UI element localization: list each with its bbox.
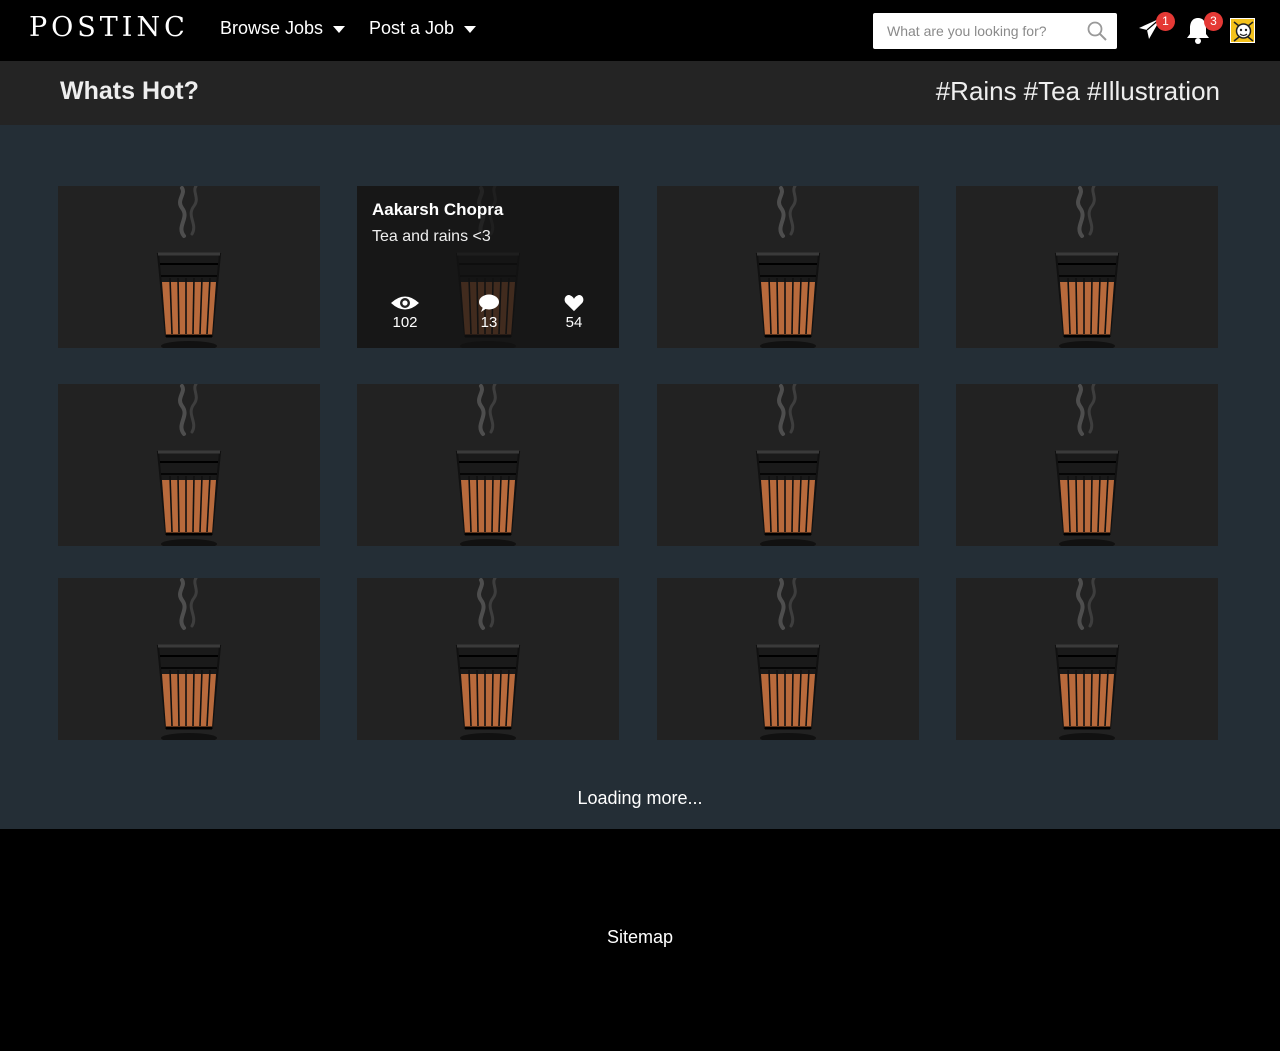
gallery-card[interactable] <box>58 186 320 348</box>
tea-glass-illustration <box>657 186 919 348</box>
top-nav: POSTINC Browse Jobs Post a Job 1 3 <box>0 0 1280 61</box>
tea-glass-illustration <box>58 186 320 348</box>
messages-badge: 1 <box>1156 12 1175 31</box>
gallery-card[interactable] <box>956 578 1218 740</box>
page-title: Whats Hot? <box>60 77 199 105</box>
comments-count: 13 <box>480 314 498 331</box>
chevron-down-icon <box>464 26 477 33</box>
brand-logo[interactable]: POSTINC <box>29 12 189 43</box>
whats-hot-bar: Whats Hot? #Rains #Tea #Illustration <box>0 61 1280 125</box>
gallery-card[interactable]: Aakarsh Chopra Tea and rains <3 102 13 5… <box>357 186 619 348</box>
avatar[interactable] <box>1230 18 1255 43</box>
post-caption: Tea and rains <3 <box>372 228 491 245</box>
gallery-card[interactable] <box>357 384 619 546</box>
footer: Sitemap <box>0 829 1280 1051</box>
notifications-button[interactable]: 3 <box>1185 12 1223 44</box>
post-job-menu[interactable]: Post a Job <box>369 18 477 39</box>
tea-glass-illustration <box>657 384 919 546</box>
heart-icon <box>564 295 584 312</box>
gallery-card[interactable] <box>58 578 320 740</box>
tea-glass-illustration <box>956 578 1218 740</box>
tea-glass-illustration <box>956 384 1218 546</box>
gallery-card[interactable] <box>657 578 919 740</box>
eye-icon <box>391 296 419 310</box>
gallery-card[interactable] <box>657 186 919 348</box>
tea-glass-illustration <box>58 578 320 740</box>
views-stat: 102 <box>380 294 430 331</box>
tea-glass-illustration <box>956 186 1218 348</box>
browse-jobs-menu[interactable]: Browse Jobs <box>220 18 346 39</box>
loading-more-text: Loading more... <box>577 788 703 808</box>
hashtag-list: #Rains #Tea #Illustration <box>936 76 1220 107</box>
tea-glass-illustration <box>357 578 619 740</box>
gallery-grid: Aakarsh Chopra Tea and rains <3 102 13 5… <box>0 125 1280 829</box>
browse-jobs-label: Browse Jobs <box>220 18 324 38</box>
hashtag-rains[interactable]: #Rains <box>936 76 1017 107</box>
likes-count: 54 <box>565 314 583 331</box>
messages-button[interactable]: 1 <box>1137 12 1175 44</box>
likes-stat: 54 <box>549 294 599 331</box>
comments-stat: 13 <box>464 294 514 331</box>
avatar-image <box>1231 19 1254 42</box>
gallery-card[interactable] <box>657 384 919 546</box>
chevron-down-icon <box>333 26 346 33</box>
sitemap-link[interactable]: Sitemap <box>0 927 1280 948</box>
gallery-card[interactable] <box>956 186 1218 348</box>
gallery-card[interactable] <box>58 384 320 546</box>
notifications-badge: 3 <box>1204 12 1223 31</box>
comment-icon <box>479 294 499 312</box>
search-icon[interactable] <box>1087 21 1107 41</box>
views-count: 102 <box>392 314 418 331</box>
gallery-card[interactable] <box>357 578 619 740</box>
hashtag-illustration[interactable]: #Illustration <box>1087 76 1220 107</box>
card-hover-overlay: Aakarsh Chopra Tea and rains <3 102 13 5… <box>357 186 619 348</box>
tea-glass-illustration <box>657 578 919 740</box>
search-box <box>873 13 1117 49</box>
post-job-label: Post a Job <box>369 18 455 38</box>
hashtag-tea[interactable]: #Tea <box>1024 76 1080 107</box>
tea-glass-illustration <box>357 384 619 546</box>
tea-glass-illustration <box>58 384 320 546</box>
gallery-card[interactable] <box>956 384 1218 546</box>
author-name[interactable]: Aakarsh Chopra <box>372 200 503 220</box>
search-input[interactable] <box>873 13 1073 49</box>
